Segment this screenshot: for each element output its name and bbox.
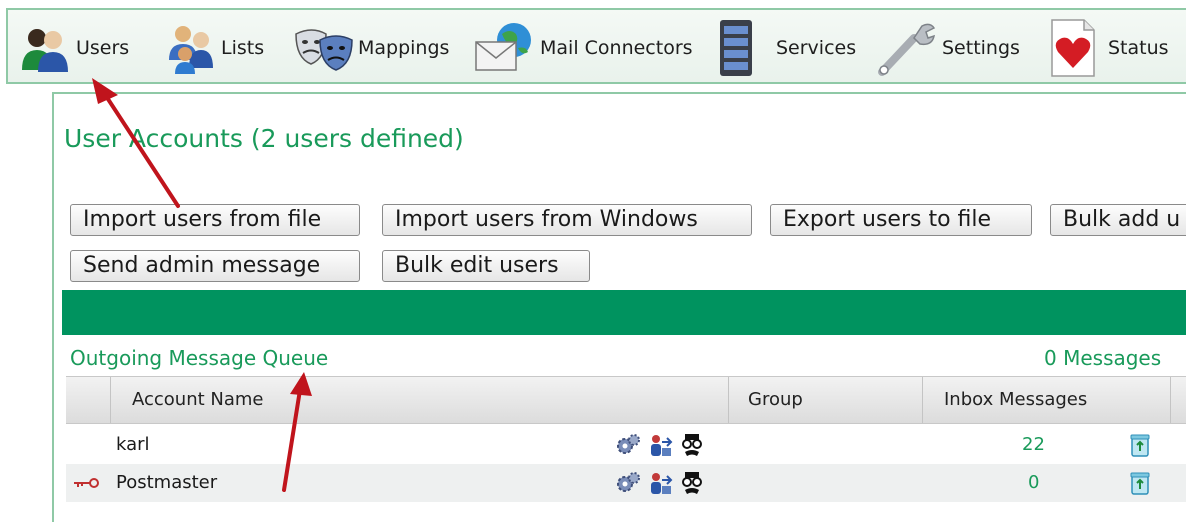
account-name-cell[interactable]: Postmaster	[116, 464, 217, 502]
content-frame: User Accounts (2 users defined) Import u…	[52, 92, 1186, 522]
user-forwarding-icon[interactable]	[646, 431, 674, 459]
recycle-bin-icon[interactable]	[1126, 469, 1154, 497]
inbox-count-cell: 0	[1028, 472, 1040, 493]
toolbar-services-label: Services	[776, 37, 857, 59]
import-users-from-file-button[interactable]: Import users from file	[70, 204, 360, 236]
section-divider-bar	[62, 290, 1186, 335]
impersonate-disguise-icon[interactable]	[678, 469, 706, 497]
outgoing-queue-link[interactable]: Outgoing Message Queue	[70, 346, 328, 370]
table-row[interactable]: karl 22	[66, 426, 1186, 464]
bulk-edit-users-button[interactable]: Bulk edit users	[382, 250, 590, 282]
toolbar-mappings-label: Mappings	[358, 37, 450, 59]
send-admin-message-button[interactable]: Send admin message	[70, 250, 360, 282]
user-settings-gears-icon[interactable]	[614, 469, 642, 497]
admin-key-icon	[72, 469, 100, 497]
toolbar-lists-button[interactable]: Lists	[163, 10, 264, 86]
account-name-cell[interactable]: karl	[116, 426, 150, 464]
user-forwarding-icon[interactable]	[646, 469, 674, 497]
mail-globe-icon	[472, 20, 538, 76]
import-users-from-windows-button[interactable]: Import users from Windows	[382, 204, 752, 236]
heart-icon	[1044, 19, 1100, 77]
column-divider	[110, 377, 111, 423]
queue-message-count: 0 Messages	[1044, 346, 1162, 370]
column-header-account-name[interactable]: Account Name	[132, 377, 264, 423]
server-icon	[708, 20, 764, 76]
toolbar-users-label: Users	[76, 37, 130, 59]
wrench-icon	[874, 20, 940, 76]
toolbar-mail-connectors-label: Mail Connectors	[540, 37, 693, 59]
user-settings-gears-icon[interactable]	[614, 431, 642, 459]
toolbar-mail-connectors-button[interactable]: Mail Connectors	[472, 10, 693, 86]
main-toolbar: Users Lists Mappings Mail Connectors Ser…	[6, 8, 1186, 84]
masks-icon	[292, 20, 356, 76]
column-divider	[728, 377, 729, 423]
inbox-count-cell: 22	[1022, 434, 1045, 455]
impersonate-disguise-icon[interactable]	[678, 431, 706, 459]
toolbar-services-button[interactable]: Services	[708, 10, 856, 86]
users-icon	[18, 20, 74, 76]
bulk-add-users-button[interactable]: Bulk add u	[1050, 204, 1186, 236]
toolbar-settings-label: Settings	[942, 37, 1020, 59]
recycle-bin-icon[interactable]	[1126, 431, 1154, 459]
toolbar-settings-button[interactable]: Settings	[874, 10, 1020, 86]
column-header-inbox-messages[interactable]: Inbox Messages	[944, 377, 1087, 423]
toolbar-status-button[interactable]: Status	[1044, 10, 1169, 86]
row-action-icons	[614, 431, 706, 459]
users-table-header: Account Name Group Inbox Messages	[66, 376, 1186, 424]
lists-icon	[163, 20, 219, 76]
column-divider	[922, 377, 923, 423]
page-title: User Accounts (2 users defined)	[64, 124, 464, 153]
column-header-group[interactable]: Group	[748, 377, 803, 423]
column-divider	[1170, 377, 1171, 423]
toolbar-lists-label: Lists	[221, 37, 265, 59]
export-users-to-file-button[interactable]: Export users to file	[770, 204, 1032, 236]
toolbar-status-label: Status	[1108, 37, 1169, 59]
row-action-icons	[614, 469, 706, 497]
table-row[interactable]: Postmaster 0	[66, 464, 1186, 502]
toolbar-users-button[interactable]: Users	[18, 10, 129, 86]
toolbar-mappings-button[interactable]: Mappings	[292, 10, 449, 86]
